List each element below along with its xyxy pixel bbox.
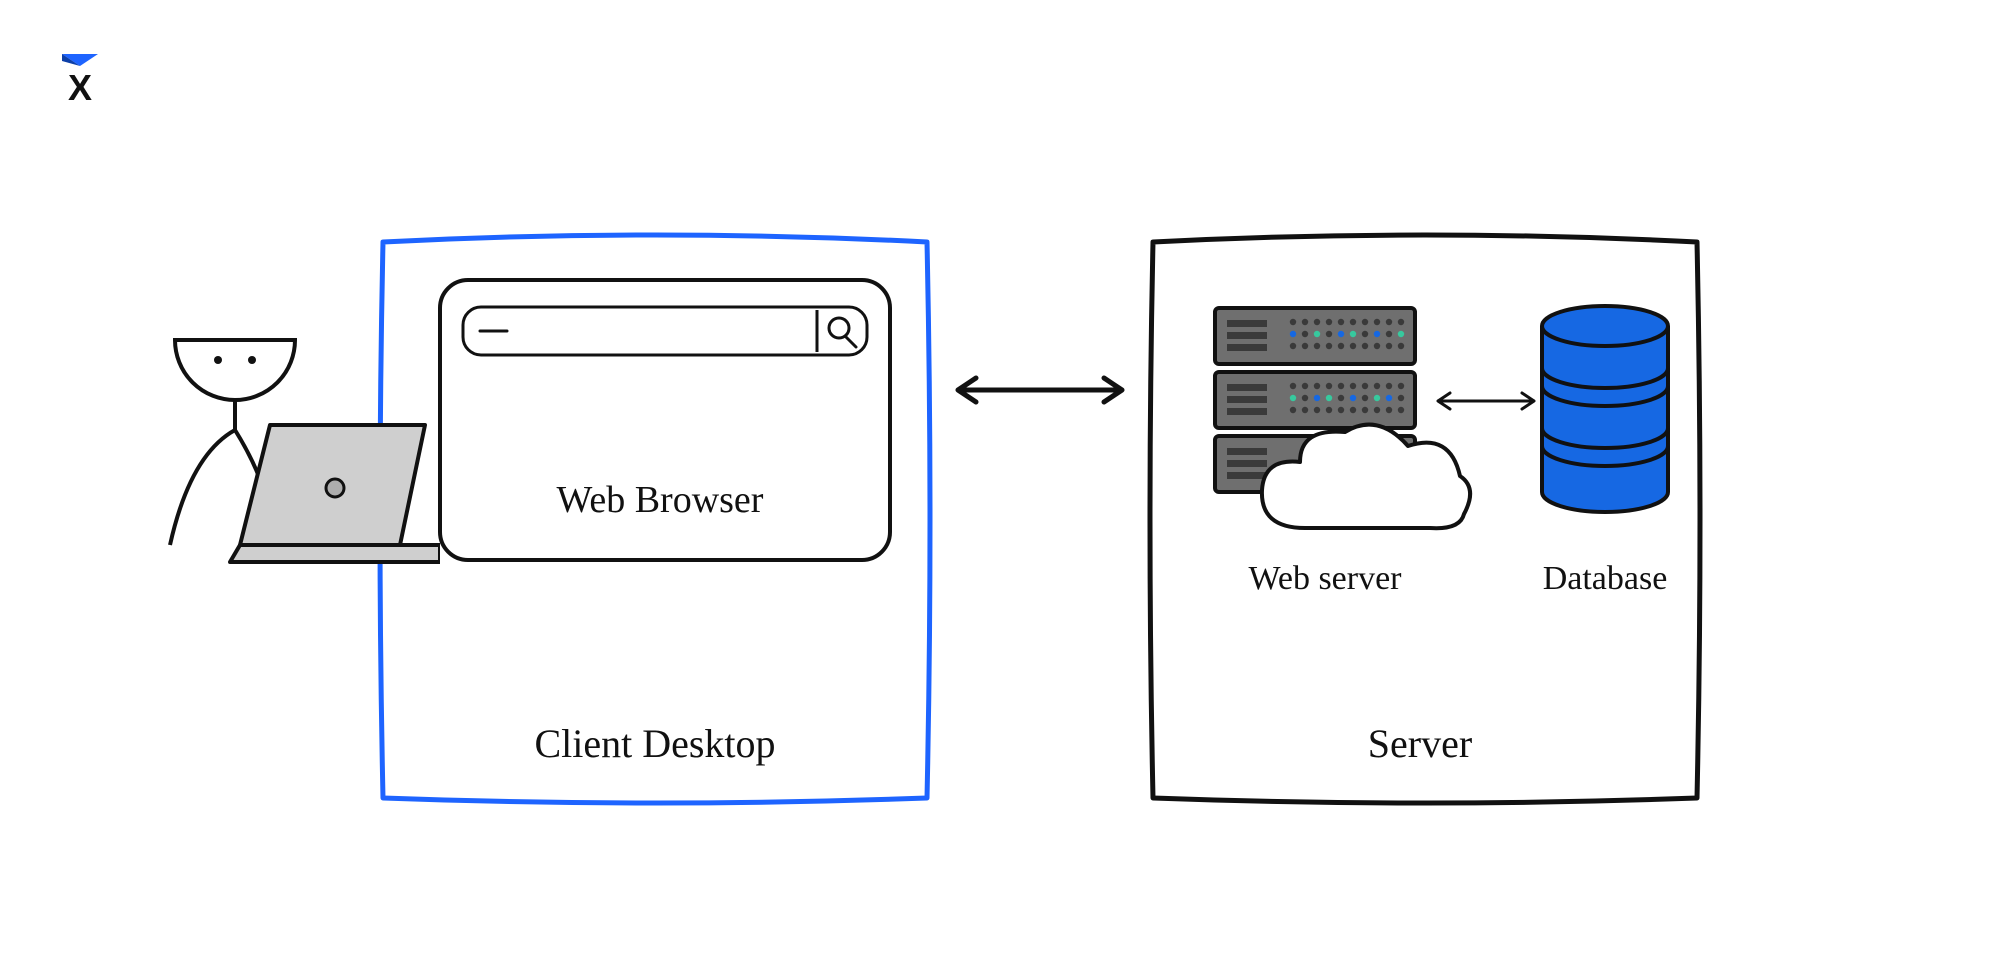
client-box-label: Client Desktop: [455, 720, 855, 767]
user-laptop-icon: [140, 310, 440, 590]
diagram-canvas: X Web Browser: [0, 0, 2000, 969]
server-db-arrow-icon: [1426, 386, 1546, 416]
webserver-label: Web server: [1215, 560, 1435, 598]
browser-label: Web Browser: [510, 478, 810, 522]
logo-icon: X: [50, 50, 110, 110]
server-box-label: Server: [1220, 720, 1620, 767]
svg-text:X: X: [68, 67, 92, 108]
cloud-icon: [1250, 418, 1480, 548]
database-label: Database: [1495, 560, 1715, 598]
database-icon: [1530, 300, 1680, 520]
client-server-arrow-icon: [940, 370, 1140, 410]
